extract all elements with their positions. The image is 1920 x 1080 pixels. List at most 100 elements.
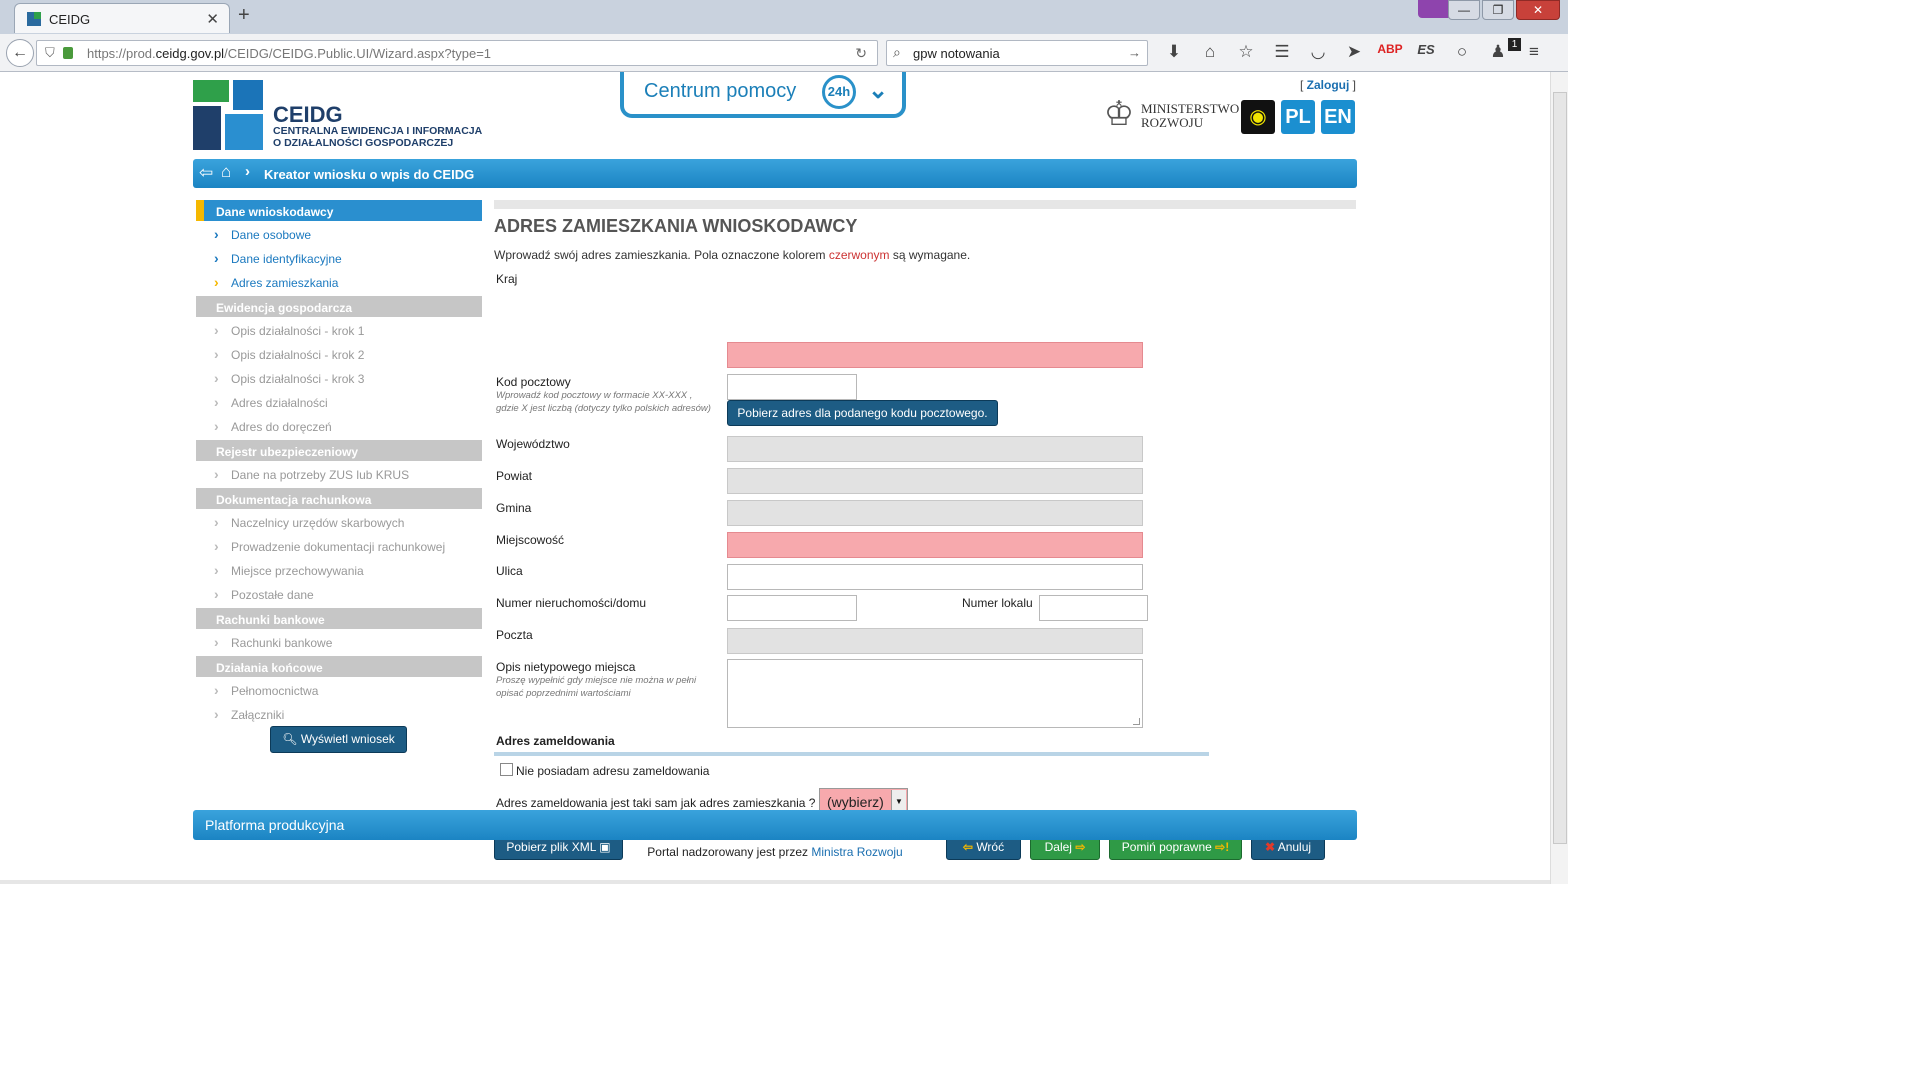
breadcrumb-title: Kreator wniosku o wpis do CEIDG — [264, 167, 475, 182]
unusual-place-textarea[interactable] — [727, 659, 1143, 728]
no-registration-checkbox[interactable] — [500, 763, 513, 776]
send-icon[interactable]: ➤ — [1336, 42, 1372, 62]
24h-office-icon: 24h — [822, 75, 856, 109]
sidebar-item-adres-zamieszkania[interactable]: › Adres zamieszkania — [196, 272, 482, 296]
menu-icon[interactable]: ≡ — [1516, 42, 1552, 62]
notification-badge: 1 — [1508, 38, 1521, 51]
ceidg-favicon-icon — [27, 12, 41, 26]
magnifier-icon: 🔍︎ — [282, 732, 301, 746]
home-icon[interactable]: ⌂ — [221, 162, 231, 182]
close-window-icon[interactable]: ✕ — [1516, 0, 1560, 20]
download-icon[interactable]: ⬇ — [1156, 42, 1192, 62]
chevron-right-icon: › — [214, 226, 219, 242]
sidebar-section-rachunki: Rachunki bankowe — [196, 608, 482, 629]
show-application-button[interactable]: 🔍︎ Wyświetl wniosek — [270, 726, 407, 753]
chevron-right-icon: › — [214, 466, 219, 482]
lang-en-button[interactable]: EN — [1321, 100, 1355, 134]
sidebar-section-dzialania: Działania końcowe — [196, 656, 482, 677]
reload-icon[interactable]: ↻ — [855, 45, 867, 62]
country-label: Kraj — [496, 272, 518, 286]
search-go-icon[interactable]: → — [1128, 45, 1141, 60]
login-area: [ Zaloguj ] — [1300, 78, 1357, 92]
chevron-right-icon: › — [245, 163, 250, 180]
chevron-right-icon: › — [214, 634, 219, 650]
chat-icon[interactable]: ○ — [1444, 42, 1480, 62]
country-field[interactable] — [727, 342, 1143, 368]
chevron-right-icon: › — [214, 250, 219, 266]
sidebar-item-rachunki: › Rachunki bankowe — [214, 634, 333, 650]
street-label: Ulica — [496, 564, 523, 578]
sidebar-item-zalaczniki: › Załączniki — [214, 706, 285, 722]
chevron-down-icon[interactable]: ⌄ — [868, 76, 888, 105]
postal-code-field[interactable] — [727, 374, 857, 400]
city-label: Miejscowość — [496, 533, 565, 547]
reading-list-icon[interactable]: ☰ — [1264, 42, 1300, 62]
maximize-icon[interactable]: ❐ — [1482, 0, 1514, 20]
chevron-right-icon: › — [214, 274, 219, 290]
back-arrow-icon[interactable]: ← — [6, 39, 34, 67]
platform-bar: Platforma produkcyjna — [193, 810, 1357, 840]
scrollbar-thumb[interactable] — [1553, 92, 1567, 844]
browser-chrome: CEIDG ✕ + — ❐ ✕ ← ⛉ https://prod.ceidg.g… — [0, 0, 1568, 72]
new-tab-icon[interactable]: + — [238, 4, 250, 27]
divider — [494, 752, 1209, 756]
page-title: ADRES ZAMIESZKANIA WNIOSKODAWCY — [494, 216, 858, 236]
chevron-right-icon: › — [214, 370, 219, 386]
platform-label: Platforma produkcyjna — [205, 817, 345, 833]
county-label: Powiat — [496, 469, 533, 483]
street-field[interactable] — [727, 564, 1143, 590]
es-icon[interactable]: ES — [1408, 42, 1444, 62]
sidebar-item-dane-identyfikacyjne[interactable]: › Dane identyfikacyjne — [196, 248, 482, 272]
url-bar[interactable]: ⛉ https://prod.ceidg.gov.pl/CEIDG/CEIDG.… — [36, 40, 878, 66]
pocket-icon[interactable]: ◡ — [1300, 42, 1336, 62]
county-field[interactable] — [727, 468, 1143, 494]
house-number-label: Numer nieruchomości/domu — [496, 596, 647, 610]
ministry-link[interactable]: Ministra Rozwoju — [811, 845, 902, 859]
lang-pl-button[interactable]: PL — [1281, 100, 1315, 134]
help-center-tab[interactable]: Centrum pomocy 24h ⌄ — [620, 72, 906, 118]
unusual-place-hint: Proszę wypełnić gdy miejsce nie można w … — [496, 675, 697, 699]
registration-address-heading: Adres zameldowania — [496, 734, 615, 748]
postal-code-label: Kod pocztowy — [496, 375, 571, 389]
unusual-place-label: Opis nietypowego miejsca — [496, 660, 636, 674]
sidebar-item-dane-osobowe[interactable]: › Dane osobowe — [196, 224, 482, 248]
voivodeship-field[interactable] — [727, 436, 1143, 462]
nav-bar: ← ⛉ https://prod.ceidg.gov.pl/CEIDG/CEID… — [0, 34, 1568, 72]
commune-field[interactable] — [727, 500, 1143, 526]
logo-subtitle: CENTRALNA EWIDENCJA I INFORMACJA O DZIAŁA… — [273, 125, 483, 149]
sidebar-section-dane-wnioskodawcy[interactable]: Dane wnioskodawcy — [196, 200, 482, 221]
fetch-address-button[interactable]: Pobierz adres dla podanego kodu pocztowe… — [727, 400, 998, 426]
login-link[interactable]: Zaloguj — [1307, 78, 1350, 92]
close-tab-icon[interactable]: ✕ — [206, 10, 219, 28]
back-arrow-icon[interactable]: ⇦ — [199, 163, 213, 183]
footer-text: Portal nadzorowany jest przez Ministra R… — [647, 845, 903, 859]
shield-icon: ⛉ — [45, 45, 55, 60]
vertical-scrollbar[interactable] — [1550, 72, 1568, 884]
search-input[interactable]: ⌕ gpw notowania → — [886, 40, 1148, 66]
house-number-field[interactable] — [727, 595, 857, 621]
chevron-right-icon: › — [214, 394, 219, 410]
sidebar-item-prowadzenie: › Prowadzenie dokumentacji rachunkowej — [214, 538, 446, 554]
apartment-number-field[interactable] — [1039, 595, 1148, 621]
bookmark-star-icon[interactable]: ☆ — [1228, 42, 1264, 62]
ceidg-logo[interactable] — [193, 80, 265, 150]
post-office-field[interactable] — [727, 628, 1143, 654]
minimize-icon[interactable]: — — [1448, 0, 1480, 20]
apartment-number-label: Numer lokalu — [962, 596, 1033, 610]
divider — [494, 200, 1356, 209]
home-icon[interactable]: ⌂ — [1192, 42, 1228, 62]
high-contrast-eye-icon[interactable]: ◉ — [1241, 100, 1275, 134]
ministry-logo[interactable]: MINISTERSTWO ROZWOJU — [1141, 102, 1239, 130]
chevron-right-icon: › — [214, 682, 219, 698]
city-field[interactable] — [727, 532, 1143, 558]
breadcrumb: ⇦ ⌂ › Kreator wniosku o wpis do CEIDG — [193, 159, 1357, 188]
toolbar-icons: ⬇ ⌂ ☆ ☰ ◡ ➤ ABP ES ○ ♟ ≡ — [1156, 42, 1552, 62]
sidebar-item-opis-2: › Opis działalności - krok 2 — [214, 346, 365, 362]
no-registration-label[interactable]: Nie posiadam adresu zameldowania — [516, 764, 709, 778]
sidebar-item-opis-1: › Opis działalności - krok 1 — [214, 322, 365, 338]
horizontal-scrollbar[interactable] — [0, 880, 1550, 884]
window-controls: — ❐ ✕ — [1448, 0, 1560, 22]
adblock-icon[interactable]: ABP — [1372, 42, 1408, 62]
browser-tab[interactable]: CEIDG ✕ — [14, 3, 230, 33]
sidebar-item-pelnomocnictwa: › Pełnomocnictwa — [214, 682, 319, 698]
